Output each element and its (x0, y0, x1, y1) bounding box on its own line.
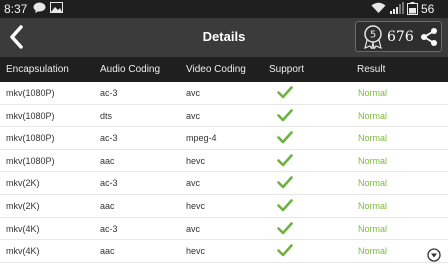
cell-encapsulation: mkv(2K) (6, 200, 40, 211)
checkmark-icon (277, 244, 293, 257)
cell-result: Normal (358, 155, 388, 166)
cell-result: Normal (358, 88, 388, 98)
battery-icon (407, 2, 418, 15)
medal-number: 5 (370, 30, 376, 41)
header-video-coding: Video Coding (186, 64, 246, 75)
cell-result: Normal (358, 223, 388, 234)
checkmark-icon (277, 199, 293, 212)
cell-result: Normal (358, 110, 388, 121)
wifi-icon (371, 2, 386, 13)
checkmark-icon (277, 131, 293, 144)
table-header: Encapsulation Audio Coding Video Coding … (0, 57, 448, 82)
cell-encapsulation: mkv(1080P) (6, 110, 55, 121)
checkmark-icon (277, 221, 293, 234)
app-bar: Details 5 676 (0, 18, 448, 57)
table-row: mkv(4K) ac-3 avc Normal (0, 218, 448, 241)
cell-video: hevc (186, 155, 206, 166)
table-row: mkv(1080P) ac-3 avc Normal (0, 82, 448, 105)
header-audio-coding: Audio Coding (100, 64, 161, 75)
cell-encapsulation: mkv(1080P) (6, 88, 55, 98)
scroll-down-icon[interactable] (427, 248, 441, 262)
cell-video: hevc (186, 246, 206, 257)
header-encapsulation: Encapsulation (6, 64, 69, 75)
table-row: mkv(2K) ac-3 avc Normal (0, 172, 448, 195)
chat-icon (33, 2, 46, 13)
cell-result: Normal (358, 133, 388, 144)
results-table: mkv(1080P) ac-3 avc Normal mkv(1080P) dt… (0, 82, 448, 263)
cell-audio: aac (100, 246, 115, 257)
status-time: 8:37 (4, 2, 28, 16)
header-result: Result (357, 64, 386, 75)
share-icon[interactable] (419, 27, 439, 47)
cell-encapsulation: mkv(1080P) (6, 133, 55, 144)
cell-video: avc (186, 88, 201, 98)
medal-icon: 5 (364, 25, 382, 49)
cell-encapsulation: mkv(2K) (6, 178, 40, 189)
cell-result: Normal (358, 246, 388, 257)
cell-result: Normal (358, 200, 388, 211)
table-row: mkv(1080P) ac-3 mpeg-4 Normal (0, 127, 448, 150)
checkmark-icon (277, 108, 293, 121)
cell-audio: ac-3 (100, 178, 118, 189)
cell-encapsulation: mkv(4K) (6, 246, 40, 257)
table-row: mkv(2K) aac hevc Normal (0, 195, 448, 218)
cell-video: mpeg-4 (186, 133, 217, 144)
cell-audio: aac (100, 200, 115, 211)
cell-encapsulation: mkv(4K) (6, 223, 40, 234)
cell-video: avc (186, 178, 201, 189)
score-value: 676 (387, 29, 414, 45)
cell-encapsulation: mkv(1080P) (6, 155, 55, 166)
table-row: mkv(4K) aac hevc Normal (0, 240, 448, 263)
score-badge[interactable]: 5 676 (355, 21, 442, 52)
cell-result: Normal (358, 178, 388, 189)
cell-video: avc (186, 223, 201, 234)
checkmark-icon (277, 176, 293, 189)
checkmark-icon (277, 153, 293, 167)
table-row: mkv(1080P) dts avc Normal (0, 105, 448, 128)
checkmark-icon (277, 86, 293, 99)
cell-audio: ac-3 (100, 133, 118, 144)
cell-audio: aac (100, 155, 115, 166)
cell-audio: ac-3 (100, 223, 118, 234)
table-row: mkv(1080P) aac hevc Normal (0, 150, 448, 173)
status-bar: 8:37 56 (0, 0, 448, 18)
battery-level: 56 (421, 2, 435, 16)
cell-video: avc (186, 110, 201, 121)
cell-audio: dts (100, 110, 113, 121)
image-icon (50, 2, 63, 13)
cell-audio: ac-3 (100, 88, 118, 98)
header-support: Support (269, 64, 305, 75)
cell-video: hevc (186, 200, 206, 211)
signal-icon (390, 2, 404, 14)
